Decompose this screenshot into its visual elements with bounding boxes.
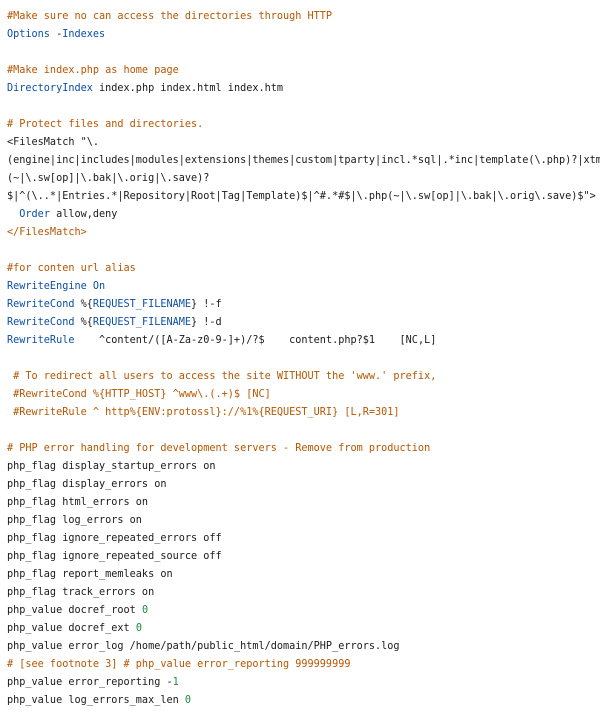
code-line: php_value docref_ext 0 [0,620,600,638]
code-token: %{ [74,317,93,328]
code-token: php_flag log_errors on [7,515,142,526]
code-line: </FilesMatch> [0,224,600,242]
code-line: RewriteEngine On [0,278,600,296]
code-line: php_value docref_root 0 [0,602,600,620]
code-token: (~|\.sw[op]|\.bak|\.orig|\.save)? [7,173,210,184]
code-line: # PHP error handling for development ser… [0,440,600,458]
code-token: php_flag ignore_repeated_errors off [7,533,222,544]
code-line: RewriteCond %{REQUEST_FILENAME} !-f [0,296,600,314]
code-line: #Make index.php as home page [0,62,600,80]
code-token: #Make index.php as home page [7,65,179,76]
code-token: allow,deny [49,209,118,220]
code-line: #RewriteCond %{HTTP_HOST} ^www\.(.+)$ [N… [0,386,600,404]
code-token: php_value docref_root [7,605,142,616]
code-token: php_flag html_errors on [7,497,149,508]
code-line: #Make sure no can access the directories… [0,8,600,26]
code-token: 0 [184,695,192,706]
code-token: php_flag track_errors on [7,587,155,598]
code-token: REQUEST_FILENAME [92,317,192,328]
code-token: #RewriteRule ^ http%{ENV:protossl}://%1%… [7,407,400,418]
code-line: RewriteRule ^content/([A-Za-z0-9-]+)/?$ … [0,332,600,350]
code-token: #for conten url alias [7,263,136,274]
code-line: php_flag display_startup_errors on [0,458,600,476]
code-line: Order allow,deny [0,206,600,224]
code-token: # PHP error handling for development ser… [7,443,431,454]
code-line: (engine|inc|includes|modules|extensions|… [0,152,600,170]
code-line: php_flag html_errors on [0,494,600,512]
code-token: RewriteEngine [7,281,87,292]
code-token: } !-f [191,299,222,310]
code-token: </FilesMatch> [7,227,87,238]
code-line: php_flag report_memleaks on [0,566,600,584]
code-token: # [see footnote 3] # php_value error_rep… [7,659,351,670]
code-token: RewriteRule [7,335,75,346]
code-token: 1 [172,677,179,688]
code-line: # Protect files and directories. [0,116,600,134]
code-line: php_flag ignore_repeated_errors off [0,530,600,548]
code-line: # [see footnote 3] # php_value error_rep… [0,656,600,674]
code-line: (~|\.sw[op]|\.bak|\.orig|\.save)? [0,170,600,188]
code-token: RewriteCond [7,317,75,328]
code-token: } !-d [191,317,222,328]
code-line: php_value error_reporting -1 [0,674,600,692]
code-token: DirectoryIndex [7,83,93,94]
code-token: index.php index.html index.htm [92,83,284,94]
code-view: #Make sure no can access the directories… [0,8,600,710]
code-line: #for conten url alias [0,260,600,278]
code-line: php_flag ignore_repeated_source off [0,548,600,566]
code-line: php_flag track_errors on [0,584,600,602]
code-token: # To redirect all users to access the si… [7,371,437,382]
code-line: php_flag display_errors on [0,476,600,494]
code-token: Options [7,29,50,40]
code-token: 0 [141,605,149,616]
code-line: php_value error_log /home/path/public_ht… [0,638,600,656]
code-token: php_flag ignore_repeated_source off [7,551,222,562]
code-token: 0 [135,623,142,634]
code-line: #RewriteRule ^ http%{ENV:protossl}://%1%… [0,404,600,422]
code-token: %{ [74,299,93,310]
code-token: php_value error_reporting - [7,677,173,688]
code-token: php_flag display_errors on [7,479,167,490]
code-token: (engine|inc|includes|modules|extensions|… [7,155,600,166]
code-token: ^content/([A-Za-z0-9-]+)/?$ content.php?… [74,335,437,346]
code-token: $|^(\..*|Entries.*|Repository|Root|Tag|T… [7,191,596,202]
code-token: <FilesMatch "\. [7,137,100,148]
code-line: php_flag log_errors on [0,512,600,530]
code-line: Options -Indexes [0,26,600,44]
code-line: $|^(\..*|Entries.*|Repository|Root|Tag|T… [0,188,600,206]
code-token: # Protect files and directories. [7,119,204,130]
code-token: php_value docref_ext [7,623,136,634]
code-token: RewriteCond [7,299,75,310]
code-line: php_value log_errors_max_len 0 [0,692,600,710]
code-line: RewriteCond %{REQUEST_FILENAME} !-d [0,314,600,332]
code-line: # To redirect all users to access the si… [0,368,600,386]
code-token: #Make sure no can access the directories… [7,11,333,22]
code-token: php_value error_log /home/path/public_ht… [7,641,400,652]
code-token: php_value log_errors_max_len [7,695,185,706]
code-token: php_flag report_memleaks on [7,569,173,580]
code-token: Order [19,209,50,220]
code-token: Indexes [62,29,106,40]
code-token: On [92,281,106,292]
code-token: REQUEST_FILENAME [92,299,192,310]
code-line: DirectoryIndex index.php index.html inde… [0,80,600,98]
code-token: #RewriteCond %{HTTP_HOST} ^www\.(.+)$ [N… [7,389,271,400]
code-line: <FilesMatch "\. [0,134,600,152]
code-token: php_flag display_startup_errors on [7,461,216,472]
code-token: - [49,29,63,40]
